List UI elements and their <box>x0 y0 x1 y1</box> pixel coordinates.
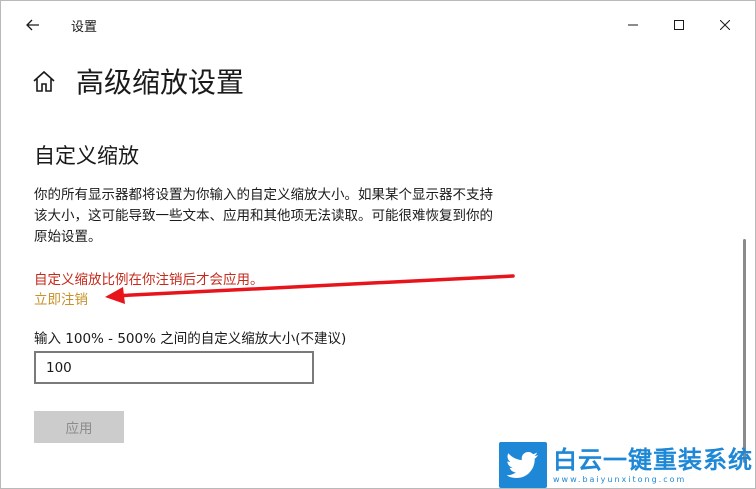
custom-scale-input[interactable] <box>34 351 314 384</box>
title-bar: 设置 <box>1 1 755 49</box>
section-description: 你的所有显示器都将设置为你输入的自定义缩放大小。如果某个显示器不支持该大小，这可… <box>34 187 493 245</box>
maximize-icon <box>674 20 684 30</box>
page-title: 高级缩放设置 <box>76 66 245 99</box>
back-arrow-icon <box>26 19 39 31</box>
scale-input-label: 输入 100% - 500% 之间的自定义缩放大小(不建议) <box>34 331 347 347</box>
apply-button[interactable]: 应用 <box>34 411 124 443</box>
sign-out-now-link[interactable]: 立即注销 <box>34 288 88 308</box>
watermark-sub-text: www.baiyunxitong.com <box>553 474 687 484</box>
twitter-bird-icon <box>507 452 538 478</box>
annotation-arrow-icon <box>105 274 515 304</box>
back-button[interactable] <box>17 11 49 39</box>
watermark-logo <box>499 442 547 488</box>
minimize-button[interactable] <box>610 1 656 49</box>
close-icon <box>720 20 730 30</box>
watermark-main-text: 白云一键重装系统 <box>553 445 753 474</box>
settings-window: 设置 高级缩放设置 自定义缩放 你的所有显示器都将设置为你输入的自定义缩放大小。… <box>0 0 756 489</box>
minimize-icon <box>628 24 638 26</box>
close-button[interactable] <box>702 1 748 49</box>
section-title: 自定义缩放 <box>34 144 139 168</box>
scrollbar[interactable] <box>743 239 746 463</box>
watermark-texts: 白云一键重装系统 www.baiyunxitong.com <box>553 446 753 485</box>
window-title: 设置 <box>71 20 98 35</box>
home-icon[interactable] <box>31 69 57 95</box>
maximize-button[interactable] <box>656 1 702 49</box>
watermark: 白云一键重装系统 www.baiyunxitong.com <box>499 441 755 488</box>
